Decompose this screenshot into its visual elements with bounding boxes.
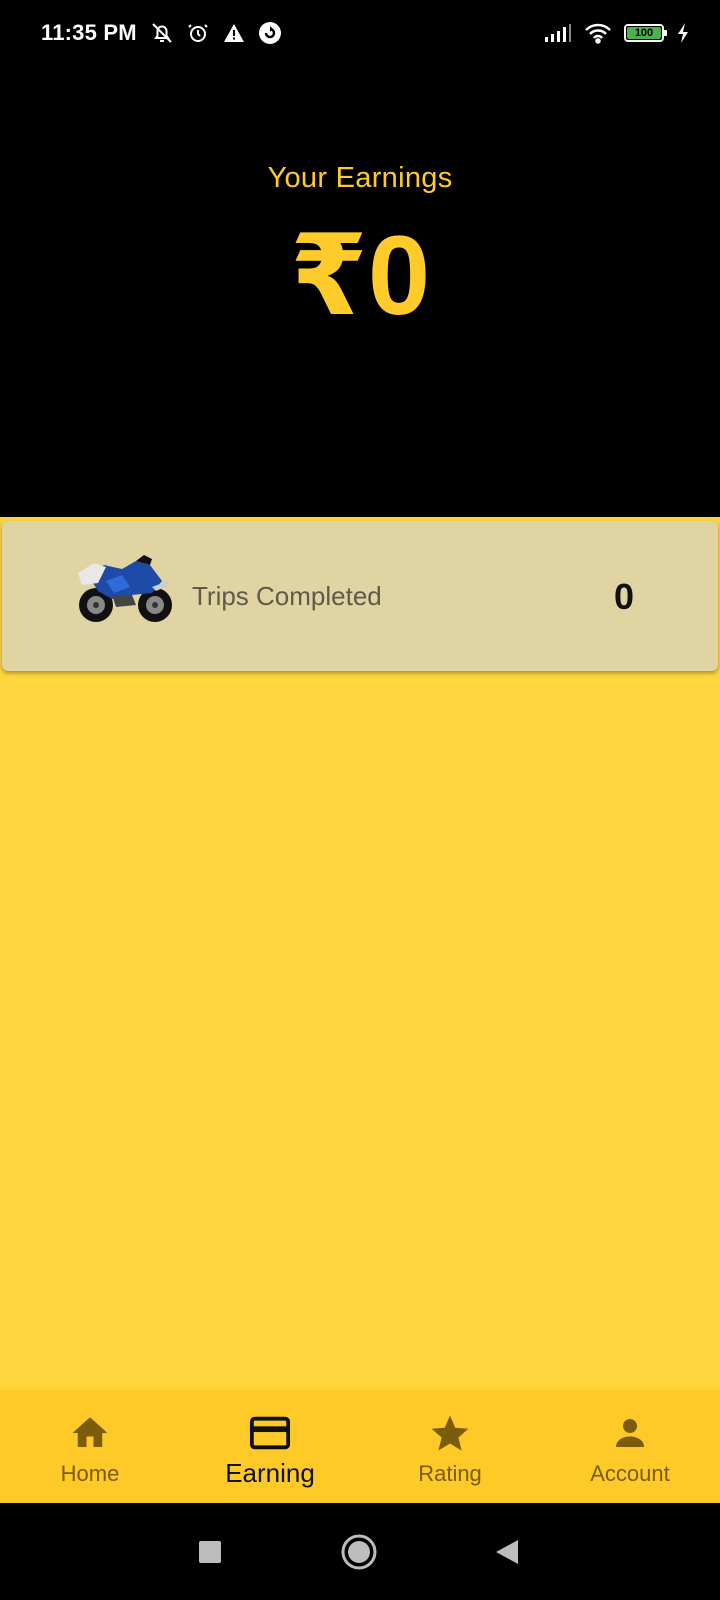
nav-item-rating[interactable]: Rating bbox=[360, 1390, 540, 1503]
trips-completed-value: 0 bbox=[613, 576, 634, 617]
star-icon bbox=[429, 1412, 471, 1454]
nav-label-rating: Rating bbox=[418, 1461, 482, 1486]
back-button[interactable] bbox=[492, 1537, 522, 1567]
signal-icon bbox=[544, 23, 572, 43]
nav-item-earning[interactable]: Earning bbox=[180, 1390, 360, 1503]
home-button[interactable] bbox=[339, 1532, 379, 1572]
wifi-icon bbox=[584, 22, 612, 44]
system-navigation-bar bbox=[0, 1503, 720, 1600]
motorcycle-icon bbox=[72, 551, 176, 627]
nav-label-earning: Earning bbox=[225, 1458, 315, 1488]
bottom-navigation: Home Earning Rating Account bbox=[0, 1390, 720, 1503]
card-icon bbox=[249, 1412, 291, 1454]
back-triangle-icon bbox=[496, 1540, 518, 1564]
sync-icon bbox=[258, 21, 282, 45]
person-icon bbox=[609, 1412, 651, 1454]
bell-off-icon bbox=[150, 21, 174, 45]
earnings-header: Your Earnings ₹0 bbox=[0, 70, 720, 517]
earnings-title: Your Earnings bbox=[267, 162, 453, 194]
nav-label-home: Home bbox=[60, 1461, 120, 1486]
alarm-icon bbox=[186, 21, 210, 45]
status-bar: 11:35 PM 100 bbox=[0, 0, 720, 70]
battery-icon: 100 bbox=[624, 24, 667, 42]
circle-icon bbox=[341, 1534, 377, 1570]
trips-completed-label: Trips Completed bbox=[192, 581, 382, 611]
recents-button[interactable] bbox=[196, 1538, 224, 1566]
trips-completed-card[interactable]: Trips Completed 0 bbox=[2, 521, 718, 671]
status-system-icons: 100 bbox=[544, 22, 690, 44]
status-time: 11:35 PM bbox=[41, 20, 137, 45]
warning-icon bbox=[222, 21, 246, 45]
home-icon bbox=[69, 1412, 111, 1454]
square-icon bbox=[199, 1541, 221, 1563]
nav-item-account[interactable]: Account bbox=[540, 1390, 720, 1503]
nav-item-home[interactable]: Home bbox=[0, 1390, 180, 1503]
charging-icon bbox=[676, 22, 690, 44]
nav-label-account: Account bbox=[590, 1461, 670, 1486]
battery-level: 100 bbox=[627, 27, 661, 39]
status-notification-icons bbox=[150, 21, 282, 45]
earnings-amount: ₹0 bbox=[289, 213, 431, 338]
